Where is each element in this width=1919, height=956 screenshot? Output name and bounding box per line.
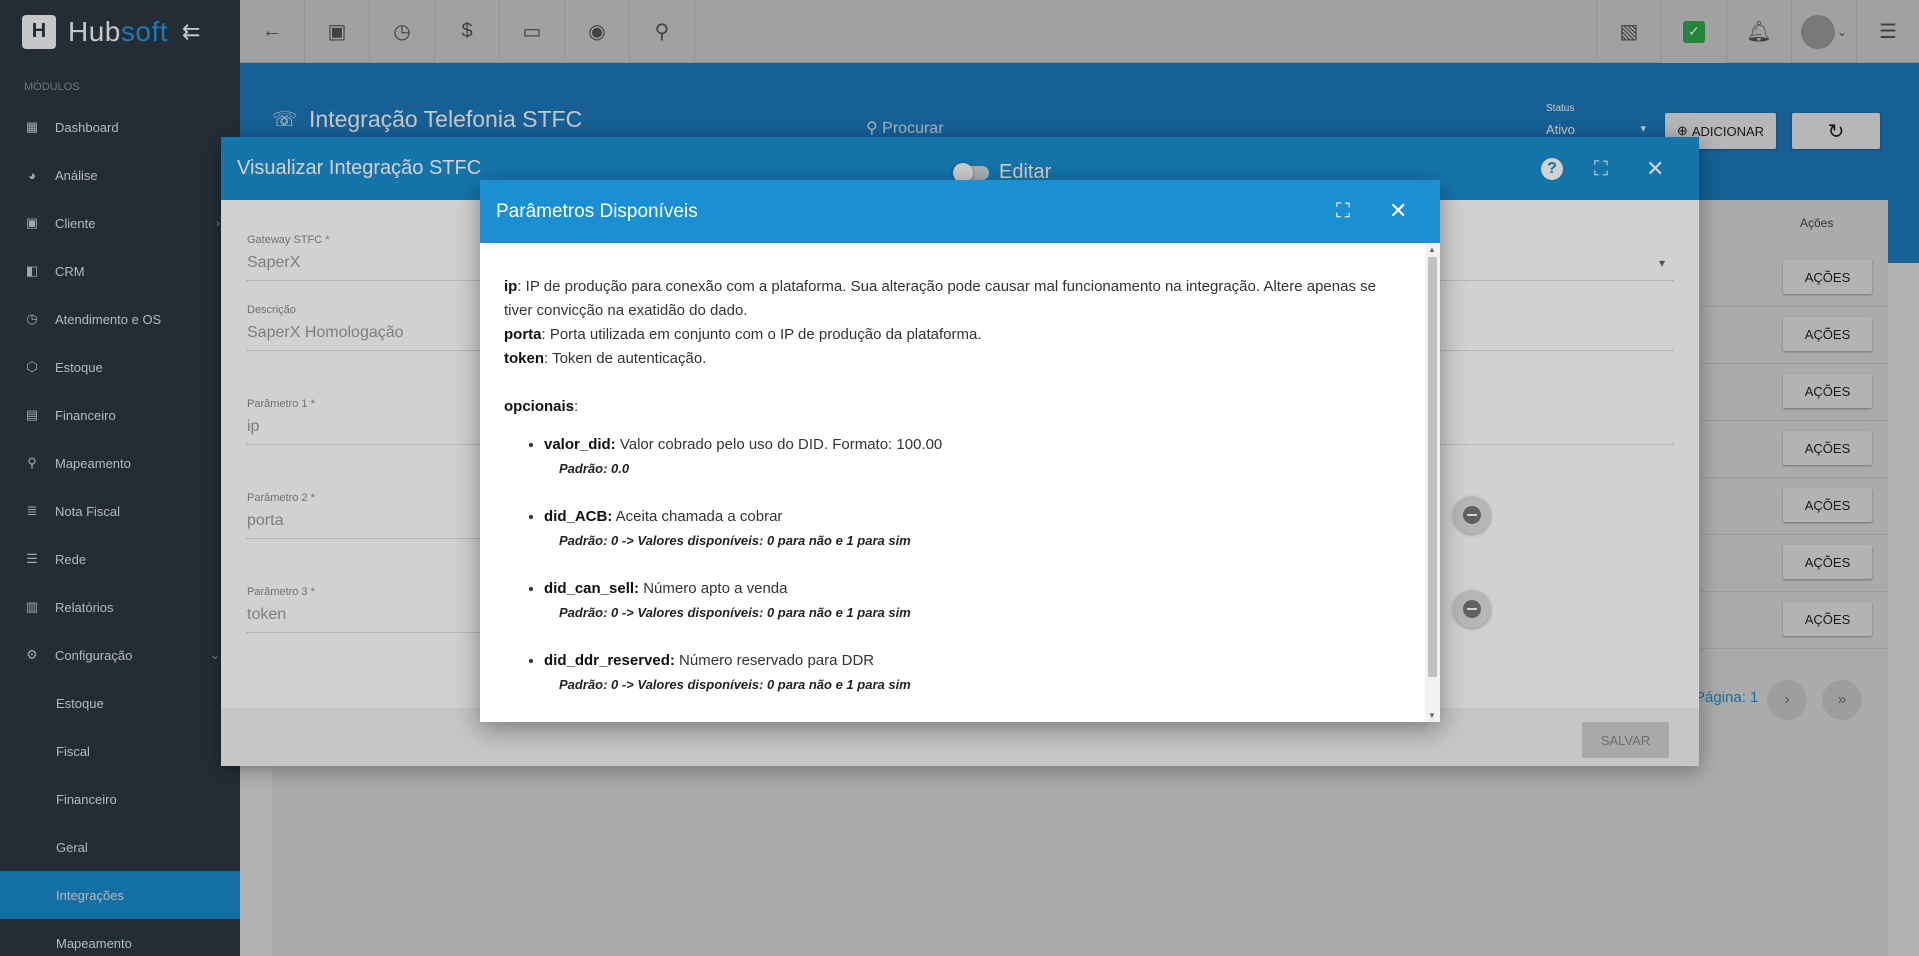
- optional-title: opcionais:: [504, 395, 1401, 419]
- option-default: Padrão: 0 -> Valores disponíveis: 0 para…: [559, 605, 911, 620]
- optional-title-text: opcionais: [504, 398, 575, 415]
- param-desc: : Porta utilizada em conjunto com o IP d…: [541, 326, 982, 343]
- list-item: did_ACB: Aceita chamada a cobrar Padrão: …: [544, 505, 1401, 553]
- fullscreen-button[interactable]: ⛶: [1336, 200, 1350, 223]
- list-item: did_can_sell: Número apto a venda Padrão:…: [544, 577, 1401, 625]
- scroll-down-arrow-icon[interactable]: ▼: [1428, 711, 1436, 720]
- option-name: valor_did:: [544, 436, 616, 453]
- param-line-token: token: Token de autenticação.: [504, 347, 1401, 371]
- option-desc: Aceita chamada a cobrar: [612, 508, 783, 525]
- option-desc: Valor cobrado pelo uso do DID. Formato: …: [615, 436, 943, 453]
- modal-title: Parâmetros Disponíveis: [496, 200, 698, 222]
- parameters-content: ip: IP de produção para conexão com a pl…: [480, 243, 1425, 722]
- option-name: did_can_sell:: [544, 580, 640, 597]
- param-line-porta: porta: Porta utilizada em conjunto com o…: [504, 323, 1401, 347]
- param-desc: : Token de autenticação.: [544, 350, 707, 367]
- modal-header: Parâmetros Disponíveis ⛶ ✕: [480, 180, 1440, 243]
- scroll-up-arrow-icon[interactable]: ▲: [1428, 245, 1436, 254]
- param-line-ip: ip: IP de produção para conexão com a pl…: [504, 275, 1401, 323]
- option-name: did_ddr_reserved:: [544, 652, 675, 669]
- scrollbar[interactable]: ▲ ▼: [1425, 243, 1440, 722]
- fullscreen-icon: ⛶: [1336, 200, 1350, 222]
- param-name: token: [504, 350, 545, 367]
- option-desc: Número apto a venda: [639, 580, 788, 597]
- optional-title-colon: :: [574, 398, 579, 415]
- option-default: Padrão: 0 -> Valores disponíveis: 0 para…: [559, 533, 911, 548]
- option-default: Padrão: 0 -> Valores disponíveis: 0 para…: [559, 677, 911, 692]
- option-name: did_ACB:: [544, 508, 613, 525]
- option-default: Padrão: 0.0: [559, 461, 630, 476]
- close-icon: ✕: [1389, 198, 1408, 223]
- list-item: valor_did: Valor cobrado pelo uso do DID…: [544, 433, 1401, 481]
- list-item: did_ddr_reserved: Número reservado para …: [544, 649, 1401, 697]
- scroll-thumb[interactable]: [1428, 257, 1437, 677]
- param-name: ip: [504, 278, 518, 295]
- available-parameters-modal: Parâmetros Disponíveis ⛶ ✕ ip: IP de pro…: [480, 180, 1440, 722]
- param-desc: : IP de produção para conexão com a plat…: [504, 278, 1376, 319]
- option-desc: Número reservado para DDR: [674, 652, 875, 669]
- optional-list: valor_did: Valor cobrado pelo uso do DID…: [504, 433, 1401, 697]
- close-button[interactable]: ✕: [1389, 198, 1407, 224]
- param-name: porta: [504, 326, 542, 343]
